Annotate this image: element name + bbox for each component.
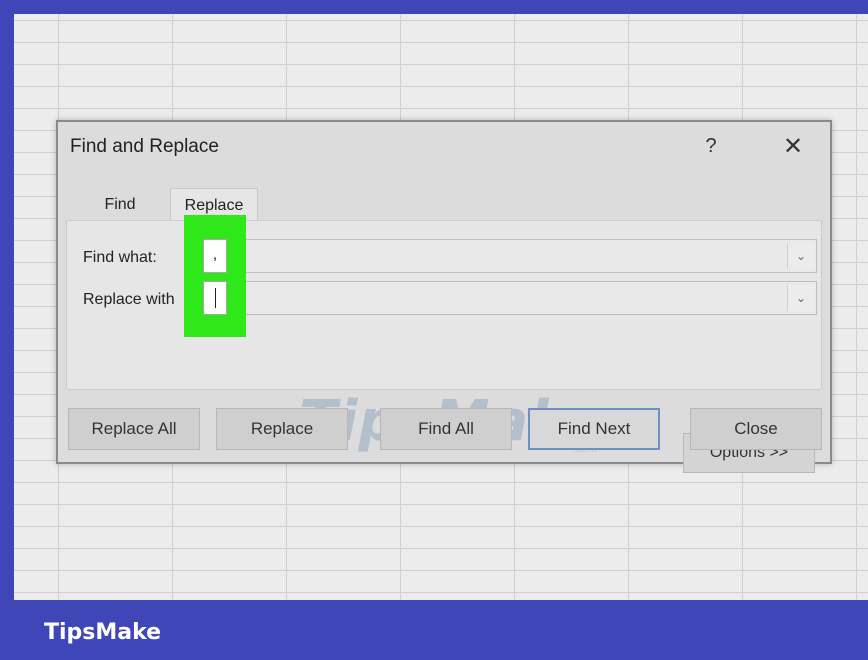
- replace-panel: Find what: ⌄ Replace with ⌄ TipsMake .co…: [66, 220, 822, 473]
- close-icon[interactable]: ✕: [776, 132, 810, 160]
- find-next-button[interactable]: Find Next: [528, 408, 660, 450]
- input-highlight: [184, 215, 246, 337]
- find-what-field[interactable]: ⌄: [205, 239, 817, 273]
- tab-find[interactable]: Find: [80, 188, 160, 222]
- replace-with-dropdown-icon[interactable]: ⌄: [787, 285, 814, 311]
- find-all-button[interactable]: Find All: [380, 408, 512, 450]
- replace-with-label: Replace with: [83, 291, 175, 308]
- replace-all-button[interactable]: Replace All: [68, 408, 200, 450]
- replace-with-input[interactable]: [203, 281, 227, 315]
- footer-brand: TipsMake: [44, 620, 162, 645]
- replace-with-field[interactable]: ⌄: [205, 281, 817, 315]
- replace-button[interactable]: Replace: [216, 408, 348, 450]
- find-what-label: Find what:: [83, 249, 157, 266]
- find-replace-dialog: Find and Replace ? ✕ Find Replace Find w…: [56, 120, 832, 473]
- footer-bar: TipsMake: [0, 600, 868, 660]
- close-button[interactable]: Close: [690, 408, 822, 450]
- find-what-dropdown-icon[interactable]: ⌄: [787, 243, 814, 269]
- find-what-input[interactable]: ,: [203, 239, 227, 273]
- text-caret: [215, 288, 216, 308]
- help-button[interactable]: ?: [694, 132, 728, 160]
- dialog-title: Find and Replace: [70, 136, 219, 157]
